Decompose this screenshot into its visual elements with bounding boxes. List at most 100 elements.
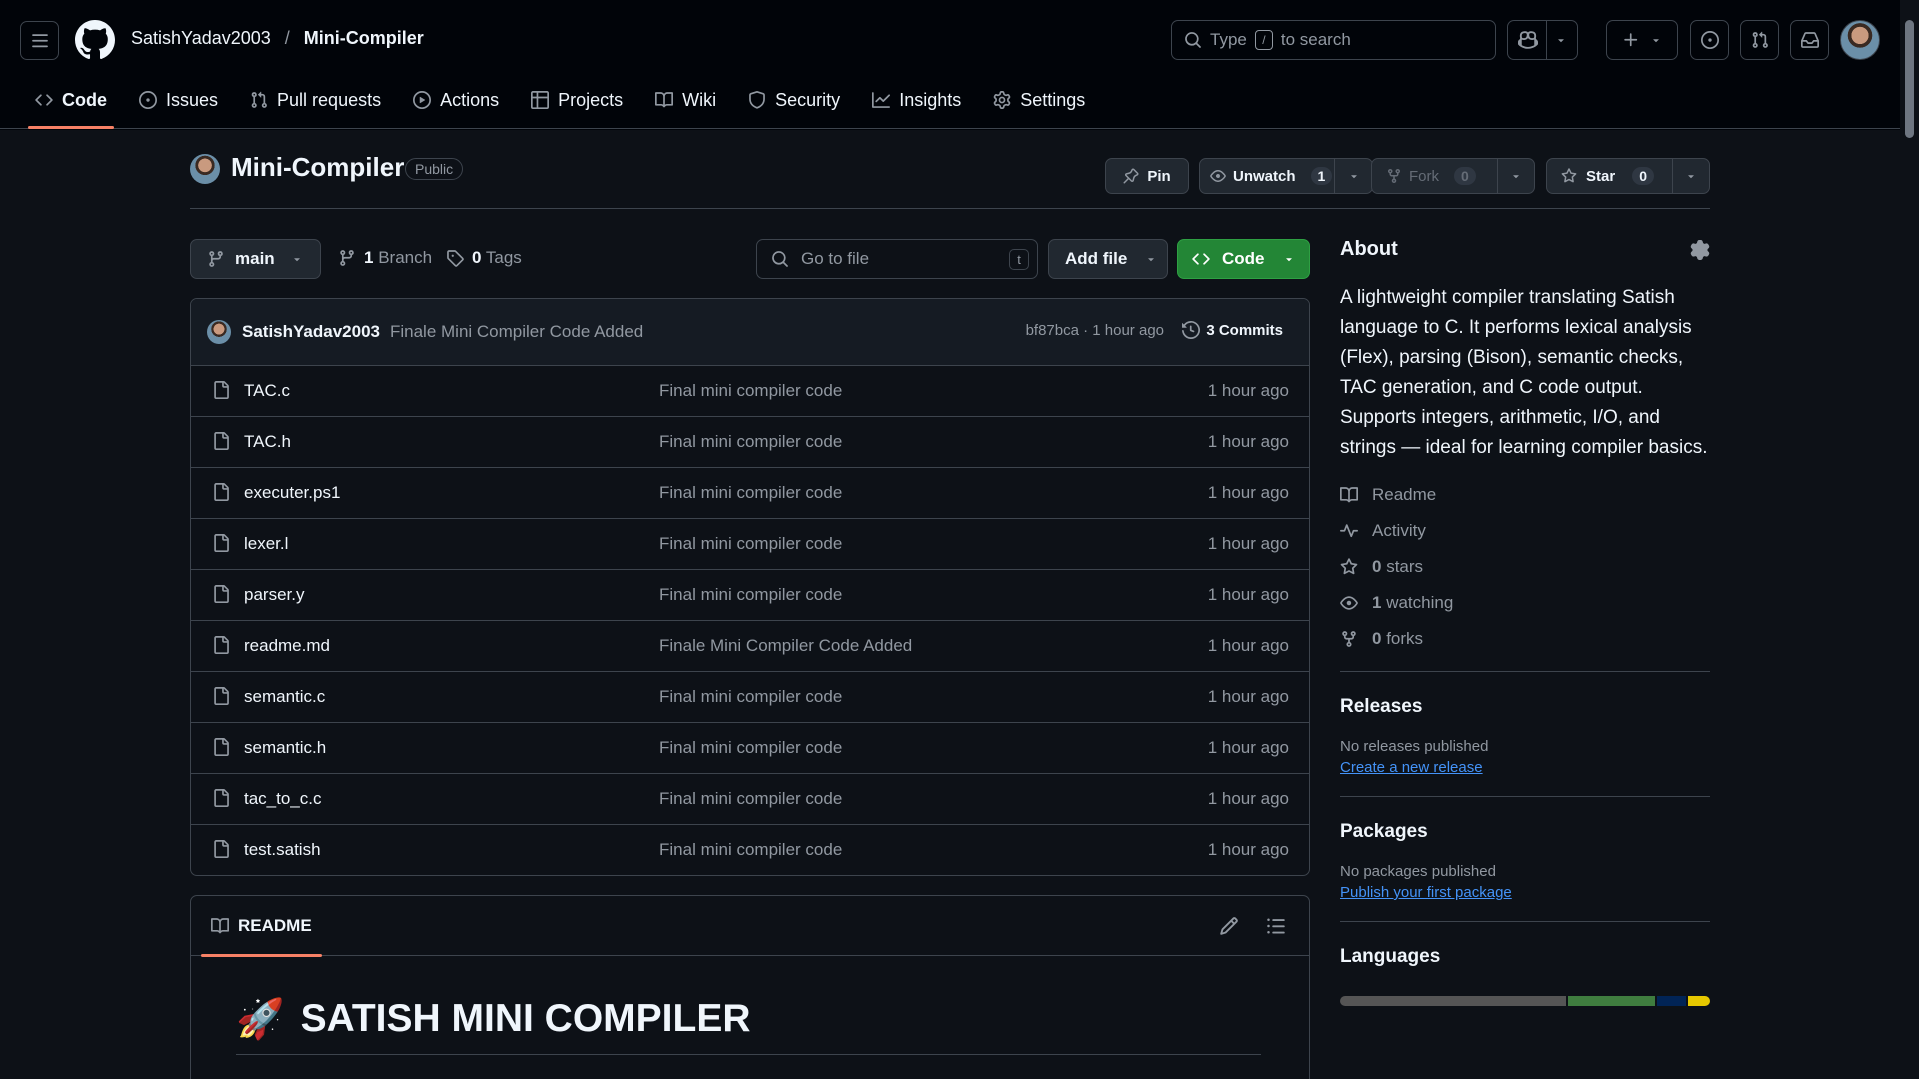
unwatch-main[interactable]: Unwatch 1 (1200, 167, 1334, 185)
star-main[interactable]: Star 0 (1547, 167, 1672, 185)
stars-link[interactable]: 0 stars (1340, 549, 1710, 585)
star-button[interactable]: Star 0 (1546, 158, 1710, 194)
tab-label: Pull requests (277, 89, 382, 110)
languages-bar[interactable] (1340, 996, 1710, 1006)
file-name-link[interactable]: semantic.h (244, 738, 326, 758)
git-branch-icon (209, 251, 223, 267)
commit-message-link[interactable]: Finale Mini Compiler Code Added (390, 322, 643, 342)
fork-label: Fork (1409, 167, 1439, 185)
fork-dropdown-toggle[interactable] (1496, 159, 1535, 193)
file-row[interactable]: executer.ps1 Final mini compiler code 1 ho… (191, 468, 1309, 519)
releases-heading[interactable]: Releases (1340, 696, 1710, 718)
branches-link[interactable]: 1 Branch (338, 248, 432, 268)
file-name-link[interactable]: TAC.c (244, 381, 290, 401)
readme-link[interactable]: Readme (1340, 477, 1710, 513)
file-row[interactable]: lexer.l Final mini compiler code 1 hour ag… (191, 519, 1309, 570)
page-scrollbar[interactable] (1900, 0, 1919, 1079)
repo-sidebar: About A lightweight compiler translating… (1340, 238, 1710, 1006)
publish-package-link[interactable]: Publish your first package (1340, 884, 1710, 901)
file-commit-message[interactable]: Final mini compiler code (659, 381, 842, 401)
breadcrumb-owner-link[interactable]: SatishYadav2003 (131, 28, 271, 49)
add-file-button[interactable]: Add file (1048, 239, 1168, 279)
file-name-link[interactable]: semantic.c (244, 687, 325, 707)
tab-pull-requests[interactable]: Pull requests (237, 82, 394, 118)
edit-readme-button[interactable] (1219, 916, 1239, 936)
user-avatar[interactable] (1840, 20, 1880, 60)
file-commit-message[interactable]: Final mini compiler code (659, 483, 842, 503)
readme-title-text: SATISH MINI COMPILER (300, 997, 751, 1040)
file-commit-message[interactable]: Final mini compiler code (659, 738, 842, 758)
file-icon (214, 381, 229, 399)
file-commit-message[interactable]: Final mini compiler code (659, 687, 842, 707)
go-to-file-input[interactable]: Go to file t (756, 239, 1038, 279)
file-commit-message[interactable]: Final mini compiler code (659, 534, 842, 554)
commit-sha-time[interactable]: bf87bca · 1 hour ago (1026, 322, 1164, 339)
owner-avatar[interactable] (190, 154, 220, 184)
fork-main[interactable]: Fork 0 (1372, 167, 1497, 185)
watchers-link[interactable]: 1 watching (1340, 585, 1710, 621)
menu-button[interactable] (20, 21, 59, 60)
tab-security[interactable]: Security (735, 82, 853, 118)
file-commit-time: 1 hour ago (1207, 585, 1289, 604)
branch-select-button[interactable]: main (190, 239, 321, 279)
file-commit-message[interactable]: Final mini compiler code (659, 432, 842, 452)
tab-settings[interactable]: Settings (980, 82, 1098, 118)
file-row[interactable]: semantic.c Final mini compiler code 1 hour… (191, 672, 1309, 723)
file-name-link[interactable]: parser.y (244, 585, 304, 605)
file-row[interactable]: readme.md Finale Mini Compiler Code Added… (191, 621, 1309, 672)
readme-outline-button[interactable] (1266, 916, 1286, 936)
inbox-button[interactable] (1790, 20, 1829, 60)
watch-dropdown-toggle[interactable] (1334, 159, 1372, 193)
commit-author-link[interactable]: SatishYadav2003 (242, 322, 380, 342)
tab-projects[interactable]: Projects (518, 82, 636, 118)
file-name-link[interactable]: executer.ps1 (244, 483, 340, 503)
file-commit-message[interactable]: Final mini compiler code (659, 585, 842, 605)
create-release-link[interactable]: Create a new release (1340, 759, 1710, 776)
file-commit-message[interactable]: Finale Mini Compiler Code Added (659, 636, 912, 656)
file-name-link[interactable]: test.satish (244, 840, 321, 860)
code-button-label: Code (1222, 249, 1265, 268)
file-row[interactable]: tac_to_c.c Final mini compiler code 1 hour… (191, 774, 1309, 825)
tab-actions[interactable]: Actions (400, 82, 512, 118)
file-row[interactable]: TAC.h Final mini compiler code 1 hour ago (191, 417, 1309, 468)
file-commit-message[interactable]: Final mini compiler code (659, 789, 842, 809)
search-input[interactable]: Type / to search (1171, 20, 1496, 60)
copilot-button[interactable] (1507, 20, 1578, 60)
tags-link[interactable]: 0 Tags (446, 248, 522, 268)
file-row[interactable]: test.satish Final mini compiler code 1 hou… (191, 825, 1309, 875)
breadcrumb-repo-link[interactable]: Mini-Compiler (304, 28, 424, 49)
tab-insights[interactable]: Insights (859, 82, 974, 118)
activity-link[interactable]: Activity (1340, 513, 1710, 549)
edit-about-button[interactable] (1690, 240, 1710, 260)
pin-button[interactable]: Pin (1105, 158, 1189, 194)
repo-name[interactable]: Mini-Compiler (231, 152, 404, 183)
forks-link[interactable]: 0 forks (1340, 621, 1710, 657)
tab-issues[interactable]: Issues (126, 82, 231, 118)
fork-button[interactable]: Fork 0 (1371, 158, 1535, 194)
file-icon (214, 687, 229, 705)
file-commit-message[interactable]: Final mini compiler code (659, 840, 842, 860)
tab-wiki[interactable]: Wiki (642, 82, 729, 118)
file-row[interactable]: parser.y Final mini compiler code 1 hour a… (191, 570, 1309, 621)
file-name-link[interactable]: tac_to_c.c (244, 789, 322, 809)
code-dropdown-button[interactable]: Code (1177, 239, 1310, 279)
readme-heading: 🚀 SATISH MINI COMPILER (236, 996, 1261, 1055)
star-dropdown-toggle[interactable] (1671, 159, 1710, 193)
file-row[interactable]: TAC.c Final mini compiler code 1 hour ago (191, 366, 1309, 417)
issues-button[interactable] (1690, 20, 1729, 60)
commits-history-link[interactable]: 3 Commits (1182, 321, 1283, 339)
packages-heading[interactable]: Packages (1340, 821, 1710, 843)
file-row[interactable]: semantic.h Final mini compiler code 1 hour… (191, 723, 1309, 774)
file-name-link[interactable]: lexer.l (244, 534, 288, 554)
github-logo-icon[interactable] (75, 20, 115, 60)
tab-code[interactable]: Code (22, 82, 120, 129)
file-name-link[interactable]: TAC.h (244, 432, 291, 452)
unwatch-button[interactable]: Unwatch 1 (1199, 158, 1373, 194)
pull-requests-button[interactable] (1740, 20, 1779, 60)
readme-tab[interactable]: README (201, 896, 322, 957)
commit-author-avatar[interactable] (207, 320, 231, 344)
scrollbar-thumb[interactable] (1905, 20, 1914, 138)
list-unordered-icon (1267, 918, 1285, 934)
create-new-button[interactable] (1606, 20, 1678, 60)
file-name-link[interactable]: readme.md (244, 636, 330, 656)
